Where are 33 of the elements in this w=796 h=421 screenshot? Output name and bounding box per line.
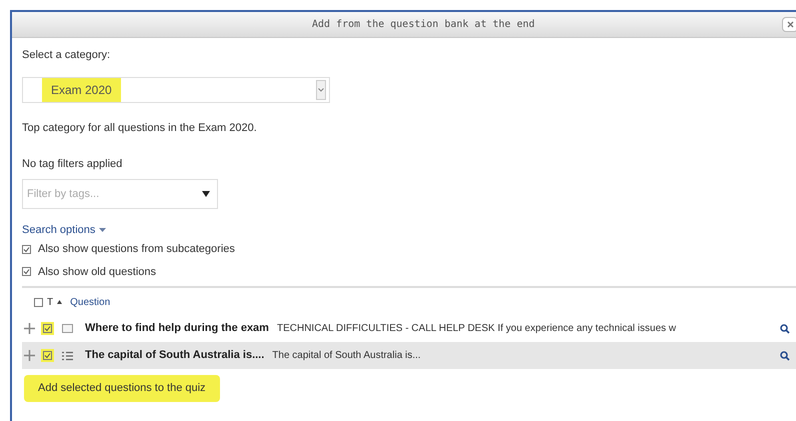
close-icon xyxy=(786,21,794,28)
option-label: Also show questions from subcategories xyxy=(38,242,235,257)
category-select[interactable]: Exam 2020 xyxy=(22,76,330,102)
add-selected-button[interactable]: Add selected questions to the quiz xyxy=(24,375,220,402)
question-text: TECHNICAL DIFFICULTIES - CALL HELP DESK If you experience any technical issues w xyxy=(276,322,678,336)
type-column-header[interactable]: T xyxy=(47,294,54,310)
window-title: Add from the question bank at the end xyxy=(312,18,535,32)
row-checkbox[interactable] xyxy=(41,322,54,335)
preview-search-icon[interactable] xyxy=(780,350,790,360)
selected-category: Exam 2020 xyxy=(42,78,121,102)
question-text: The capital of South Australia is... xyxy=(272,349,422,363)
tag-filter-status: No tag filters applied xyxy=(22,157,124,172)
row-checkbox[interactable] xyxy=(41,349,54,362)
sort-arrow-icon xyxy=(57,300,62,304)
category-description: Top category for all questions in the Exam 2020. xyxy=(22,120,258,136)
close-button[interactable] xyxy=(782,17,796,32)
select-all-checkbox[interactable] xyxy=(34,298,43,306)
option-checkbox[interactable] xyxy=(22,244,31,254)
add-icon[interactable] xyxy=(24,350,35,361)
question-name: The capital of South Australia is.... xyxy=(85,348,264,364)
option-label: Also show old questions xyxy=(38,264,156,280)
option-checkbox[interactable] xyxy=(22,267,31,276)
list-icon xyxy=(62,350,73,360)
question-column-header[interactable]: Question xyxy=(70,294,110,310)
preview-search-icon[interactable] xyxy=(780,324,790,334)
question-name: Where to find help during the exam xyxy=(85,321,269,336)
search-options-link[interactable]: Search options xyxy=(22,222,96,238)
caret-icon xyxy=(99,228,106,232)
tag-filter-field[interactable]: Filter by tags... xyxy=(22,178,218,208)
card-icon xyxy=(62,324,73,333)
add-icon[interactable] xyxy=(24,323,35,334)
field-label: Select a category: xyxy=(22,48,112,63)
dropdown-triangle-icon xyxy=(202,190,210,196)
